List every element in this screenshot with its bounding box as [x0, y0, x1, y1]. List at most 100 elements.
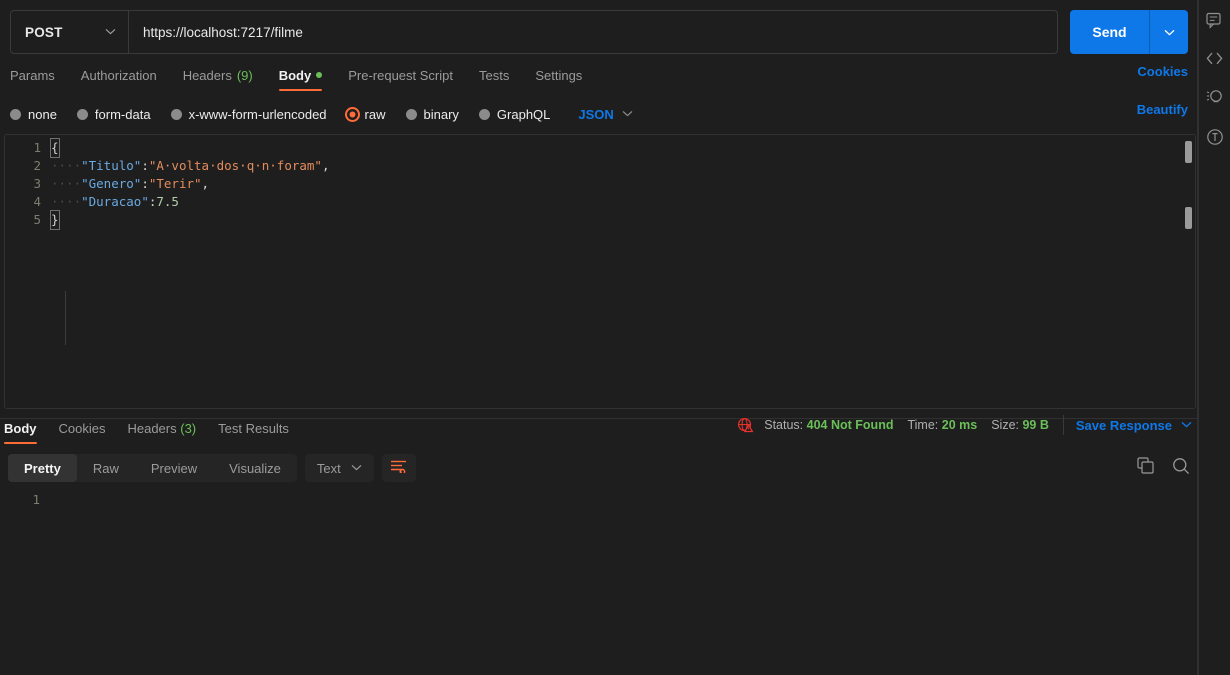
info-icon[interactable] [1206, 128, 1224, 146]
response-header: Body Cookies Headers (3) Test Results St… [0, 415, 1198, 447]
response-code-line: 1 [4, 491, 1196, 509]
code-token: "A·volta·dos·q·n·foram" [148, 158, 322, 173]
tab-tests-label: Tests [478, 67, 510, 83]
body-type-row: none form-data x-www-form-urlencoded raw… [10, 102, 1188, 126]
wrap-lines-button[interactable] [381, 454, 416, 482]
editor-lines: 1 { 2 ···· "Titulo" : "A·volta·dos·q·n·f… [5, 135, 1195, 230]
tab-authorization[interactable]: Authorization [81, 68, 157, 91]
copy-button[interactable] [1137, 457, 1154, 479]
radio-form-data-icon [76, 108, 88, 120]
tab-settings-label: Settings [535, 67, 583, 83]
view-mode-preview[interactable]: Preview [135, 454, 213, 482]
http-method-select[interactable]: POST [11, 11, 129, 53]
view-mode-visualize[interactable]: Visualize [213, 454, 297, 482]
url-input[interactable]: https://localhost:7217/filme [129, 11, 1057, 53]
view-mode-pretty[interactable]: Pretty [8, 454, 77, 482]
response-tab-test-results[interactable]: Test Results [218, 421, 289, 444]
response-tab-cookies[interactable]: Cookies [59, 421, 106, 444]
code-line: 3 ···· "Genero" : "Terir" , [5, 175, 1195, 193]
tab-pre-request-script-label: Pre-request Script [348, 67, 453, 83]
tab-headers[interactable]: Headers (9) [183, 68, 253, 91]
editor-scrollbar[interactable] [1185, 137, 1192, 406]
view-mode-raw[interactable]: Raw [77, 454, 135, 482]
code-line: 1 { [5, 138, 1195, 158]
content-type-select[interactable]: Text [304, 454, 374, 482]
response-tab-cookies-label: Cookies [58, 420, 106, 436]
tab-settings[interactable]: Settings [535, 68, 582, 91]
bulb-icon[interactable] [1206, 88, 1224, 106]
size-badge: Size: 99 B [991, 418, 1049, 432]
request-body-editor[interactable]: 1 { 2 ···· "Titulo" : "A·volta·dos·q·n·f… [4, 134, 1196, 409]
time-label: Time: [907, 418, 939, 432]
chevron-down-icon [622, 109, 633, 120]
response-tabs: Body Cookies Headers (3) Test Results St… [4, 415, 1194, 447]
time-badge: Time: 20 ms [907, 418, 977, 432]
tab-headers-count: (9) [236, 67, 253, 83]
body-type-raw-label: raw [364, 106, 386, 122]
postman-window: POST https://localhost:7217/filme Send P… [0, 0, 1230, 675]
body-type-none-label: none [28, 106, 57, 122]
body-type-raw[interactable]: raw [346, 106, 386, 122]
body-type-urlencoded[interactable]: x-www-form-urlencoded [170, 106, 327, 122]
code-token: "Duracao" [81, 194, 149, 209]
body-type-urlencoded-label: x-www-form-urlencoded [188, 106, 327, 122]
response-tab-headers-label: Headers [127, 420, 177, 436]
body-type-binary[interactable]: binary [405, 107, 459, 122]
meta-divider [1062, 415, 1064, 435]
tab-body[interactable]: Body [278, 67, 323, 91]
main-column: POST https://localhost:7217/filme Send P… [0, 0, 1198, 675]
body-type-form-data-label: form-data [94, 106, 151, 122]
tab-pre-request-script[interactable]: Pre-request Script [348, 68, 453, 91]
line-number: 4 [33, 194, 41, 209]
radio-none-icon [10, 108, 21, 120]
body-type-none[interactable]: none [10, 107, 57, 122]
code-line: 2 ···· "Titulo" : "A·volta·dos·q·n·foram… [5, 157, 1195, 175]
copy-icon [1137, 457, 1154, 479]
status-value: 404 Not Found [806, 418, 894, 432]
response-tab-test-results-label: Test Results [218, 420, 289, 436]
body-type-form-data[interactable]: form-data [76, 106, 151, 122]
code-token: "Genero" [81, 176, 142, 191]
search-icon [1172, 457, 1190, 480]
code-token: , [201, 176, 210, 191]
body-type-graphql-label: GraphQL [496, 106, 551, 122]
response-body-viewer[interactable]: 1 [4, 491, 1196, 641]
line-number: 3 [33, 176, 41, 191]
code-token: 7.5 [156, 194, 179, 209]
response-tab-body[interactable]: Body [4, 421, 37, 444]
tab-params[interactable]: Params [10, 68, 55, 91]
body-type-graphql[interactable]: GraphQL [478, 106, 551, 122]
response-view-modes: Pretty Raw Preview Visualize [8, 454, 297, 482]
url-bar: POST https://localhost:7217/filme Send [10, 10, 1188, 54]
comment-icon[interactable] [1206, 12, 1223, 29]
body-modified-dot-icon [316, 72, 323, 78]
send-options-chevron-down-icon[interactable] [1150, 10, 1188, 54]
scroll-marker [1185, 141, 1192, 163]
beautify-link[interactable]: Beautify [1137, 102, 1188, 117]
line-number: 1 [33, 140, 41, 155]
cookies-link[interactable]: Cookies [1137, 64, 1188, 79]
request-tabs: Params Authorization Headers (9) Body Pr… [10, 64, 1188, 94]
radio-binary-icon [405, 108, 417, 120]
content-type-label: Text [316, 460, 341, 476]
scroll-marker [1185, 207, 1192, 229]
send-button[interactable]: Send [1070, 10, 1150, 54]
tab-tests[interactable]: Tests [479, 68, 509, 91]
code-token: { [50, 138, 60, 158]
line-number: 5 [33, 212, 41, 227]
search-button[interactable] [1172, 457, 1190, 480]
tab-body-label: Body [278, 67, 312, 83]
code-icon[interactable] [1206, 51, 1223, 66]
code-line: 4 ···· "Duracao" : 7.5 [5, 193, 1195, 211]
radio-raw-icon [346, 108, 358, 120]
code-token: ···· [51, 194, 82, 209]
response-tab-headers-count: (3) [180, 420, 197, 436]
save-response-chevron-down-icon[interactable] [1181, 420, 1192, 431]
globe-warning-icon [737, 417, 754, 434]
save-response-button[interactable]: Save Response [1076, 418, 1172, 433]
raw-format-select[interactable]: JSON [578, 107, 633, 122]
tab-authorization-label: Authorization [80, 67, 157, 83]
response-meta: Status: 404 Not Found Time: 20 ms Size: … [737, 415, 1192, 435]
response-tab-headers[interactable]: Headers (3) [127, 421, 196, 444]
radio-graphql-icon [478, 108, 490, 120]
